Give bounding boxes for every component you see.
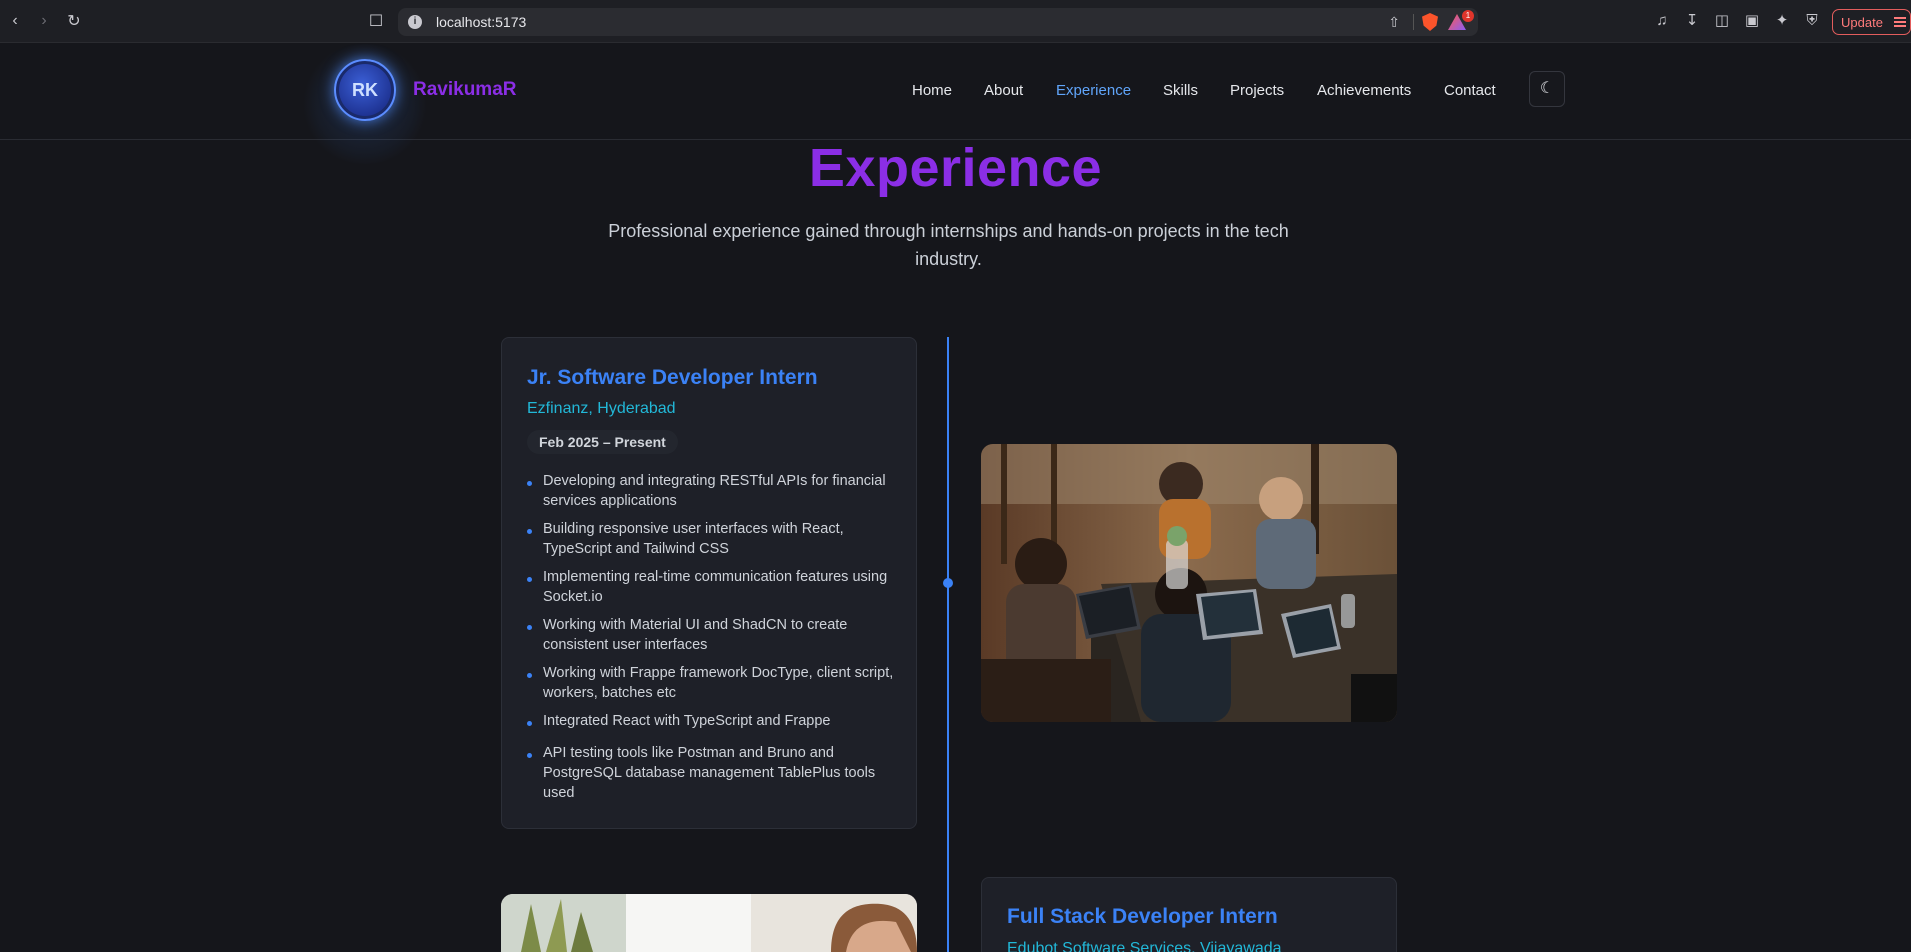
developer-photo <box>501 894 917 952</box>
browser-toolbar: ‹ › ↻ ☐ i localhost:5173 ⇧ 1 ♫ ↧ ◫ ▣ ✦ ⛨… <box>0 0 1911 43</box>
bullet-icon <box>527 481 532 486</box>
list-item-text: Implementing real-time communication fea… <box>543 569 888 605</box>
experience-card: Jr. Software Developer Intern Ezfinanz, … <box>501 337 917 829</box>
section-title: Experience <box>808 138 1103 198</box>
list-item-text: Developing and integrating RESTful APIs … <box>543 473 886 509</box>
responsibility-list: Developing and integrating RESTful APIs … <box>527 471 897 811</box>
timeline-dot <box>943 578 953 588</box>
list-item: Integrated React with TypeScript and Fra… <box>527 711 897 731</box>
team-working-photo <box>981 444 1397 722</box>
list-item: Working with Material UI and ShadCN to c… <box>527 615 897 655</box>
nav-home[interactable]: Home <box>912 82 952 99</box>
rewards-badge: 1 <box>1462 10 1474 22</box>
list-item: Developing and integrating RESTful APIs … <box>527 471 897 511</box>
job-date-badge: Feb 2025 – Present <box>527 430 678 454</box>
nav-achievements[interactable]: Achievements <box>1317 82 1411 99</box>
address-bar[interactable]: i localhost:5173 ⇧ 1 <box>398 8 1478 36</box>
vpn-shield-icon[interactable]: ⛨ <box>1802 11 1822 31</box>
menu-icon <box>1894 17 1906 19</box>
bullet-icon <box>527 721 532 726</box>
sidebar-icon[interactable]: ◫ <box>1712 11 1732 31</box>
list-item: Implementing real-time communication fea… <box>527 567 897 607</box>
back-icon[interactable]: ‹ <box>5 11 25 31</box>
bookmark-icon[interactable]: ☐ <box>366 11 386 31</box>
site-info-icon[interactable]: i <box>408 15 422 29</box>
job-company: Ezfinanz, Hyderabad <box>527 400 676 417</box>
team-working-illustration <box>981 444 1397 722</box>
logo-name[interactable]: RavikumaR <box>413 79 517 101</box>
list-item: Building responsive user interfaces with… <box>527 519 897 559</box>
update-button[interactable]: Update <box>1832 9 1911 35</box>
list-item-text: Working with Frappe framework DocType, c… <box>543 665 894 701</box>
nav-projects[interactable]: Projects <box>1230 82 1284 99</box>
site-header: RK RavikumaR Home About Experience Skill… <box>0 43 1911 164</box>
nav-about[interactable]: About <box>984 82 1023 99</box>
bullet-icon <box>527 753 532 758</box>
developer-illustration <box>501 894 917 952</box>
update-label: Update <box>1841 15 1883 30</box>
experience-card: Full Stack Developer Intern Edubot Softw… <box>981 877 1397 952</box>
list-item-text: API testing tools like Postman and Bruno… <box>543 745 876 801</box>
share-icon[interactable]: ⇧ <box>1388 14 1400 31</box>
section-subtitle: Professional experience gained through i… <box>608 221 1289 269</box>
list-item-text: Integrated React with TypeScript and Fra… <box>543 713 831 729</box>
bullet-icon <box>527 529 532 534</box>
url-text[interactable]: localhost:5173 <box>436 14 526 30</box>
moon-icon: ☾ <box>1539 80 1555 97</box>
nav-skills[interactable]: Skills <box>1163 82 1198 99</box>
logo-avatar[interactable]: RK <box>334 59 396 121</box>
list-item: Working with Frappe framework DocType, c… <box>527 663 897 703</box>
leo-ai-icon[interactable]: ✦ <box>1772 11 1792 31</box>
timeline-line <box>947 337 949 952</box>
media-icon[interactable]: ♫ <box>1652 11 1672 31</box>
list-item-text: Building responsive user interfaces with… <box>543 521 844 557</box>
forward-icon[interactable]: › <box>34 11 54 31</box>
bullet-icon <box>527 577 532 582</box>
nav-contact[interactable]: Contact <box>1444 82 1496 99</box>
download-icon[interactable]: ↧ <box>1682 11 1702 31</box>
bullet-icon <box>527 673 532 678</box>
job-title: Full Stack Developer Intern <box>1007 905 1278 928</box>
divider <box>1413 14 1414 30</box>
job-title: Jr. Software Developer Intern <box>527 366 818 389</box>
reload-icon[interactable]: ↻ <box>64 11 84 31</box>
brave-shields-icon[interactable] <box>1422 13 1438 31</box>
wallet-icon[interactable]: ▣ <box>1742 11 1762 31</box>
list-item-text: Working with Material UI and ShadCN to c… <box>543 617 848 653</box>
theme-toggle-button[interactable]: ☾ <box>1529 71 1565 107</box>
list-item: API testing tools like Postman and Bruno… <box>527 743 897 803</box>
nav-experience[interactable]: Experience <box>1056 82 1131 99</box>
bullet-icon <box>527 625 532 630</box>
job-company: Edubot Software Services, Vijayawada <box>1007 940 1282 952</box>
